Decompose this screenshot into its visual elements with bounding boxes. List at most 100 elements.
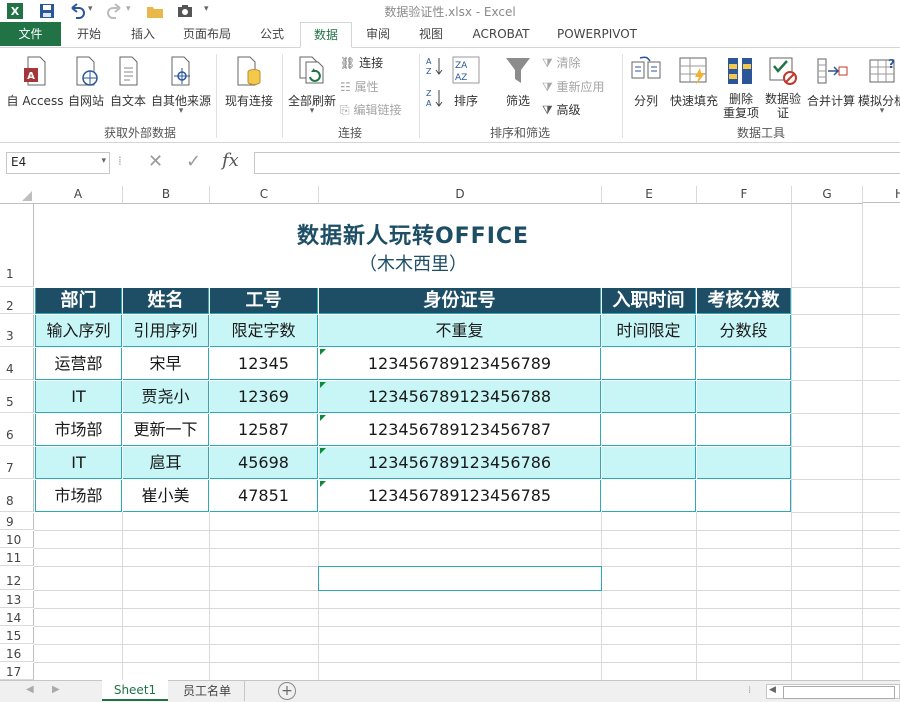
row-header-15[interactable]: 15: [0, 627, 34, 644]
horizontal-scrollbar[interactable]: ◀: [766, 684, 900, 699]
cell-id-number[interactable]: 123456789123456789: [319, 348, 601, 380]
error-indicator-icon[interactable]: [320, 382, 326, 388]
rule-cell-score[interactable]: 分数段: [697, 315, 791, 347]
cell-hire-date[interactable]: [602, 414, 696, 446]
row-header-1[interactable]: 1: [0, 204, 34, 287]
row-header-9[interactable]: 9: [0, 513, 34, 530]
row-header-10[interactable]: 10: [0, 531, 34, 548]
sort-button[interactable]: ZA AZ 排序: [448, 52, 484, 122]
cell-id-number[interactable]: 123456789123456787: [319, 414, 601, 446]
cell-hire-date[interactable]: [602, 381, 696, 413]
column-header-c[interactable]: C: [210, 186, 319, 204]
row-header-4[interactable]: 4: [0, 348, 34, 380]
column-title-hire-date[interactable]: 入职时间: [602, 288, 696, 314]
column-header-e[interactable]: E: [602, 186, 697, 204]
tab-review[interactable]: 审阅: [355, 22, 401, 46]
cell-department[interactable]: 市场部: [35, 480, 122, 512]
rule-cell-name[interactable]: 引用序列: [123, 315, 209, 347]
cell-score[interactable]: [697, 480, 791, 512]
properties-button[interactable]: ☷ 属性: [340, 78, 379, 95]
rule-cell-id-number[interactable]: 不重复: [319, 315, 601, 347]
cell-employee-id[interactable]: 12369: [210, 381, 318, 413]
scroll-sheets-right-icon[interactable]: ▶: [52, 684, 60, 695]
cell-name[interactable]: 宋早: [123, 348, 209, 380]
cell-hire-date[interactable]: [602, 348, 696, 380]
splitter-dots-icon[interactable]: ⁞: [118, 154, 122, 168]
cell-department[interactable]: 市场部: [35, 414, 122, 446]
row-header-13[interactable]: 13: [0, 591, 34, 608]
rule-cell-employee-id[interactable]: 限定字数: [210, 315, 318, 347]
row-header-6[interactable]: 6: [0, 414, 34, 446]
cell-hire-date[interactable]: [602, 480, 696, 512]
add-sheet-icon[interactable]: +: [278, 682, 296, 700]
cell-name[interactable]: 更新一下: [123, 414, 209, 446]
worksheet-grid[interactable]: A B C D E F G H 1 2 3 4 5 6 7 8 9 10 11 …: [0, 186, 900, 680]
tab-formulas[interactable]: 公式: [249, 22, 295, 46]
cell-department[interactable]: 运营部: [35, 348, 122, 380]
row-header-3[interactable]: 3: [0, 315, 34, 347]
sort-descending-button[interactable]: ZA: [424, 86, 446, 110]
row-header-16[interactable]: 16: [0, 645, 34, 662]
reapply-button[interactable]: ⧩ 重新应用: [542, 78, 605, 95]
row-header-5[interactable]: 5: [0, 381, 34, 413]
cell-score[interactable]: [697, 381, 791, 413]
rule-cell-hire-date[interactable]: 时间限定: [602, 315, 696, 347]
from-text-button[interactable]: 自文本: [108, 52, 148, 122]
refresh-all-button[interactable]: 全部刷新 ▾: [286, 52, 338, 122]
tab-file[interactable]: 文件: [0, 22, 61, 46]
clear-filter-button[interactable]: ⧩ 清除: [542, 54, 581, 71]
column-header-h[interactable]: H: [863, 186, 900, 203]
tab-acrobat[interactable]: ACROBAT: [462, 22, 540, 46]
row-header-14[interactable]: 14: [0, 609, 34, 626]
scroll-left-icon[interactable]: ◀: [769, 685, 776, 695]
cell-employee-id[interactable]: 45698: [210, 447, 318, 479]
row-header-7[interactable]: 7: [0, 447, 34, 479]
data-validation-button[interactable]: 数据验 证: [762, 52, 804, 124]
column-header-d[interactable]: D: [319, 186, 602, 204]
cell-id-number[interactable]: 123456789123456785: [319, 480, 601, 512]
column-header-a[interactable]: A: [34, 186, 123, 204]
enter-check-icon[interactable]: ✓: [186, 151, 201, 172]
splitter-dots-icon[interactable]: ⁞: [748, 685, 751, 696]
insert-function-icon[interactable]: fx: [222, 150, 239, 171]
name-box-dropdown-icon[interactable]: ▾: [101, 156, 106, 166]
error-indicator-icon[interactable]: [320, 349, 326, 355]
cell-name[interactable]: 崔小美: [123, 480, 209, 512]
cell-employee-id[interactable]: 12345: [210, 348, 318, 380]
row-header-8[interactable]: 8: [0, 480, 34, 512]
text-to-columns-button[interactable]: 分列: [626, 52, 666, 122]
column-header-b[interactable]: B: [123, 186, 210, 204]
filter-button[interactable]: 筛选: [498, 52, 538, 122]
cell-score[interactable]: [697, 414, 791, 446]
formula-input[interactable]: [254, 152, 900, 174]
row-header-11[interactable]: 11: [0, 549, 34, 566]
error-indicator-icon[interactable]: [320, 415, 326, 421]
column-header-g[interactable]: G: [792, 186, 863, 204]
cell-name[interactable]: 贾尧小: [123, 381, 209, 413]
selected-range-outline[interactable]: [318, 566, 602, 591]
column-title-employee-id[interactable]: 工号: [210, 288, 318, 314]
row-header-2[interactable]: 2: [0, 288, 34, 314]
column-title-score[interactable]: 考核分数: [697, 288, 791, 314]
error-indicator-icon[interactable]: [320, 481, 326, 487]
tab-page-layout[interactable]: 页面布局: [175, 22, 239, 46]
cell-score[interactable]: [697, 447, 791, 479]
from-web-button[interactable]: 自网站: [66, 52, 106, 122]
select-all-corner[interactable]: [0, 186, 35, 204]
scroll-sheets-left-icon[interactable]: ◀: [26, 684, 34, 695]
advanced-filter-button[interactable]: ⧩ 高级: [542, 101, 581, 118]
cell-id-number[interactable]: 123456789123456786: [319, 447, 601, 479]
cell-name[interactable]: 扈耳: [123, 447, 209, 479]
column-title-department[interactable]: 部门: [35, 288, 122, 314]
tab-insert[interactable]: 插入: [120, 22, 166, 46]
remove-duplicates-button[interactable]: 删除 重复项: [722, 52, 760, 124]
tab-powerpivot[interactable]: POWERPIVOT: [549, 22, 645, 46]
row-header-17[interactable]: 17: [0, 663, 34, 680]
flash-fill-button[interactable]: 快速填充: [668, 52, 720, 122]
edit-links-button[interactable]: ⎘ 编辑链接: [340, 101, 401, 118]
sort-ascending-button[interactable]: AZ: [424, 54, 446, 78]
from-access-button[interactable]: A 自 Access: [4, 52, 66, 122]
tab-data[interactable]: 数据: [300, 22, 352, 48]
cell-department[interactable]: IT: [35, 447, 122, 479]
title-cell[interactable]: 数据新人玩转OFFICE （木木西里）: [35, 204, 791, 287]
